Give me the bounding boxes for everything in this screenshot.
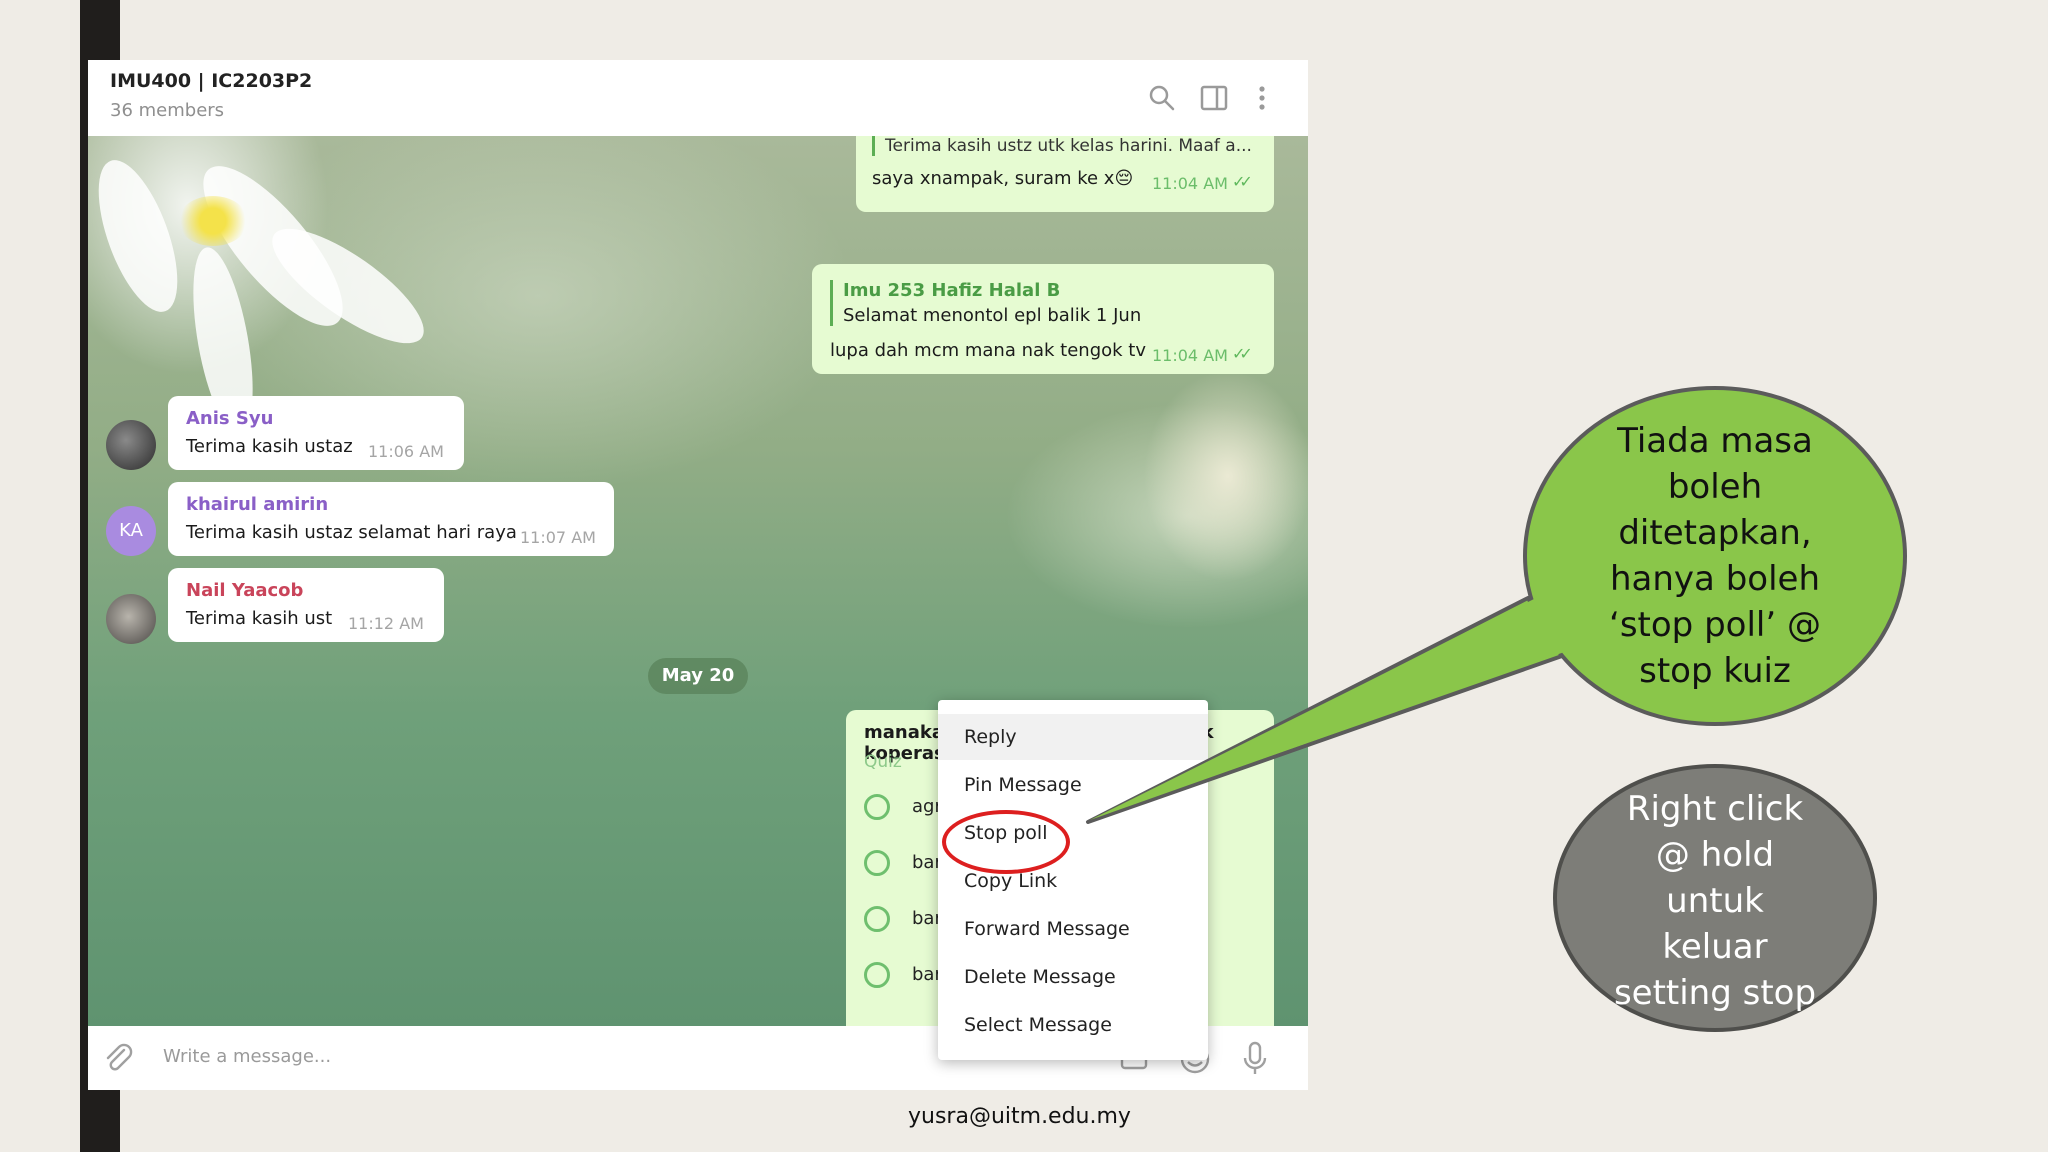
green-callout-text: Tiada masa boleh ditetapkan, hanya boleh…: [1609, 421, 1821, 691]
grey-callout-text: Right click @ hold untuk keluar setting …: [1613, 789, 1817, 1013]
